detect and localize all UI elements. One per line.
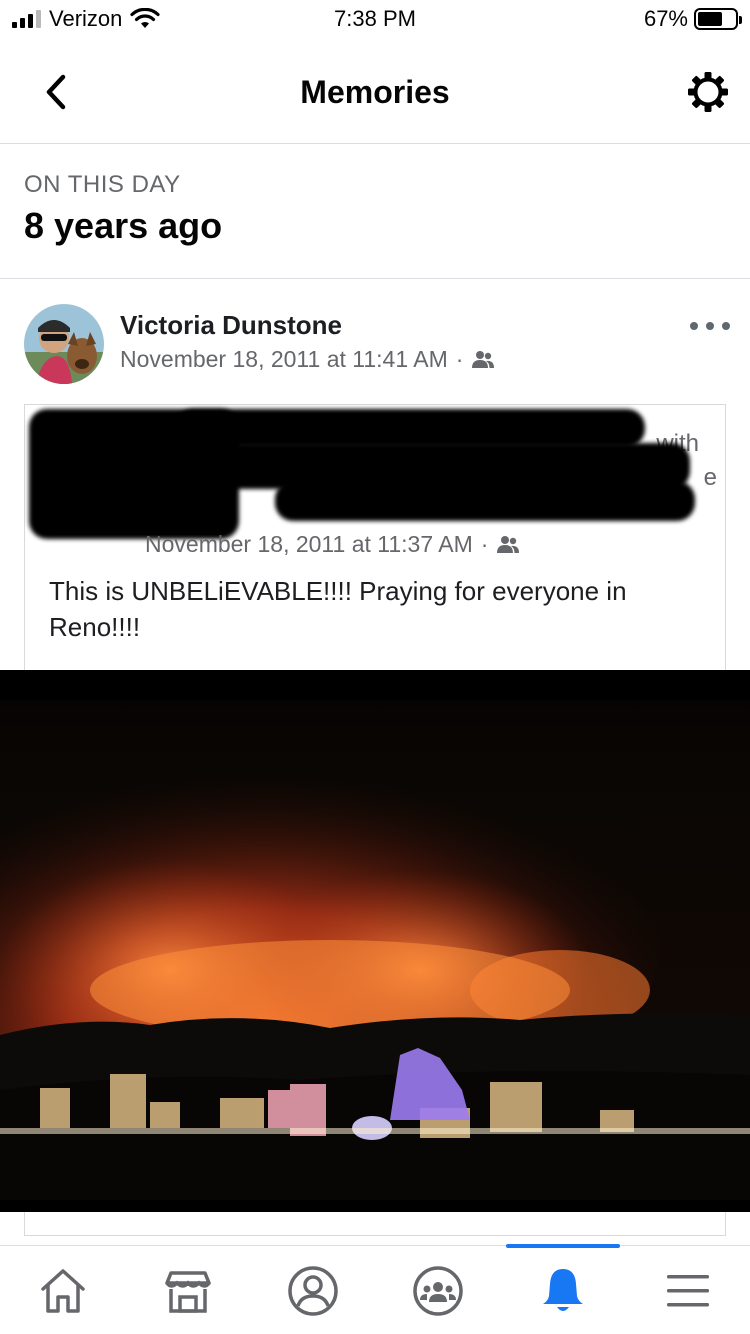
gear-icon bbox=[688, 72, 728, 112]
more-horizontal-icon bbox=[690, 322, 698, 330]
marketplace-icon bbox=[164, 1270, 211, 1313]
post-photo[interactable] bbox=[0, 670, 750, 1212]
section-title: 8 years ago bbox=[24, 205, 223, 246]
battery-icon bbox=[694, 8, 742, 30]
tab-home[interactable] bbox=[0, 1246, 125, 1334]
friends-icon bbox=[497, 535, 520, 553]
groups-icon bbox=[412, 1265, 463, 1316]
tab-groups[interactable] bbox=[375, 1246, 500, 1334]
post-meta: November 18, 2011 at 11:41 AM · bbox=[120, 346, 495, 373]
tab-menu[interactable] bbox=[625, 1246, 750, 1334]
bottom-tab-bar bbox=[0, 1244, 750, 1334]
shared-post-text: This is UNBELiEVABLE!!!! Praying for eve… bbox=[49, 576, 627, 642]
tab-notifications[interactable] bbox=[500, 1246, 625, 1334]
redaction-mark bbox=[175, 409, 645, 447]
menu-icon bbox=[666, 1274, 709, 1306]
page-title: Memories bbox=[300, 74, 450, 110]
profile-icon bbox=[287, 1265, 338, 1316]
wildfire-city-photo bbox=[0, 670, 750, 1212]
nav-header: Memories bbox=[0, 40, 750, 144]
tab-marketplace[interactable] bbox=[125, 1246, 250, 1334]
home-icon bbox=[40, 1268, 85, 1313]
shared-post-meta: November 18, 2011 at 11:37 AM · bbox=[145, 531, 520, 558]
bell-icon bbox=[542, 1268, 583, 1311]
settings-button[interactable] bbox=[686, 70, 730, 114]
author-name[interactable]: Victoria Dunstone bbox=[120, 310, 342, 341]
section-label: ON THIS DAY bbox=[24, 171, 181, 198]
status-bar: Verizon 7:38 PM 67% bbox=[0, 0, 750, 40]
shared-timestamp[interactable]: November 18, 2011 at 11:37 AM bbox=[145, 531, 473, 558]
status-right: 67% bbox=[643, 6, 742, 32]
tab-profile[interactable] bbox=[250, 1246, 375, 1334]
post-timestamp[interactable]: November 18, 2011 at 11:41 AM bbox=[120, 346, 448, 373]
battery-percent: 67% bbox=[643, 6, 688, 31]
friends-icon bbox=[472, 350, 495, 368]
more-options-button[interactable] bbox=[690, 316, 730, 336]
shared-meta-separator: · bbox=[480, 531, 489, 557]
meta-separator: · bbox=[455, 346, 464, 372]
battery-fill bbox=[698, 12, 723, 26]
avatar-photo bbox=[24, 304, 104, 384]
on-this-day-section: ON THIS DAY 8 years ago bbox=[0, 145, 750, 279]
redaction-mark bbox=[275, 481, 695, 521]
avatar[interactable] bbox=[24, 304, 104, 384]
status-time: 7:38 PM bbox=[334, 6, 416, 31]
